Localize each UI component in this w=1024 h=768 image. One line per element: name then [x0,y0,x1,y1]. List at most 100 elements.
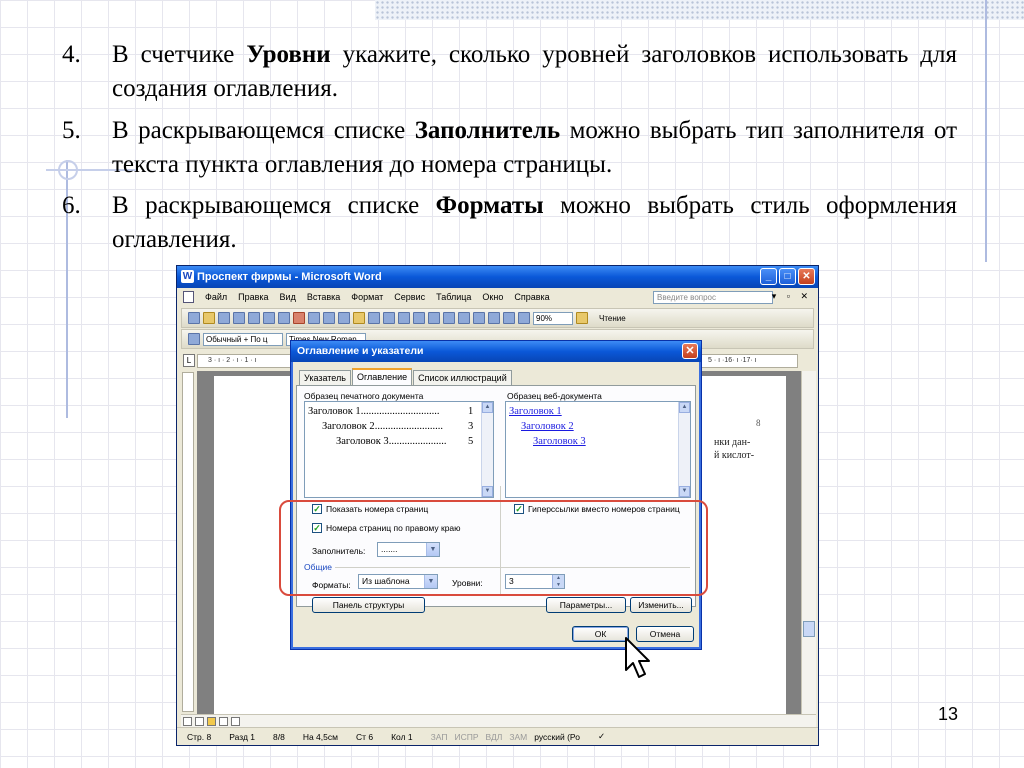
read-button[interactable]: Чтение [599,314,626,323]
redo-icon[interactable] [398,312,410,324]
menu-format[interactable]: Формат [351,292,383,302]
paste-icon[interactable] [353,312,365,324]
row-text: Заголовок 2 [322,421,375,432]
close-icon[interactable]: ✕ [798,268,815,285]
print-layout-icon[interactable] [207,716,216,726]
scroll-up-icon[interactable]: ▲ [482,402,493,413]
status-position: На 4,5см [302,731,338,742]
slide-page-number: 13 [938,704,959,724]
tab-index[interactable]: Указатель [299,370,351,385]
status-ovr[interactable]: ЗАМ [509,732,527,742]
tab-selector[interactable]: L [183,354,195,367]
decor-vertical-line-right [985,0,987,262]
ask-question-input[interactable]: Введите вопрос [653,291,773,304]
item-text-part: В раскрывающемся списке [112,192,436,219]
columns-icon[interactable] [473,312,485,324]
modify-button[interactable]: Изменить... [630,597,692,613]
drawing-icon[interactable] [488,312,500,324]
item-keyword: Форматы [435,192,544,219]
page-text-line: й кислот- [714,450,755,461]
maximize-icon[interactable]: □ [779,268,796,285]
doc-window-controls[interactable]: ▾ ▫ ✕ [772,291,812,302]
scroll-thumb[interactable] [803,621,815,637]
menu-insert[interactable]: Вставка [307,292,340,302]
menu-window[interactable]: Окно [482,292,503,302]
format-painter-icon[interactable] [368,312,380,324]
new-icon[interactable] [188,312,200,324]
document-map-icon[interactable] [503,312,515,324]
horizontal-scrollbar[interactable] [181,714,816,727]
status-line: Ст 6 [355,731,374,742]
item-text: В раскрывающемся списке Заполнитель можн… [112,114,957,182]
status-trk[interactable]: ИСПР [454,732,478,742]
scroll-up-icon[interactable]: ▲ [679,402,690,413]
tables-icon[interactable] [428,312,440,324]
excel-icon[interactable] [458,312,470,324]
web-link-1[interactable]: Заголовок 1 [509,404,562,419]
status-page: Стр. 8 [187,731,212,742]
mouse-cursor-icon [625,637,650,678]
permission-icon[interactable] [233,312,245,324]
insert-table-icon[interactable] [443,312,455,324]
spelling-icon[interactable] [293,312,305,324]
dialog-title-bar[interactable]: Оглавление и указатели [291,341,701,362]
reading-view-icon[interactable] [231,716,240,726]
help-icon[interactable] [576,312,588,324]
list-item-5: 5. В раскрывающемся списке Заполнитель м… [62,114,957,182]
item-number: 6. [62,192,81,219]
hyperlink-icon[interactable] [413,312,425,324]
menu-tools[interactable]: Сервис [394,292,425,302]
copy-icon[interactable] [338,312,350,324]
page-marker: 8 [756,418,761,428]
scroll-down-icon[interactable]: ▼ [482,486,493,497]
row-dots: .......................... [374,421,443,432]
scroll-down-icon[interactable]: ▼ [679,486,690,497]
cut-icon[interactable] [323,312,335,324]
item-text: В раскрывающемся списке Форматы можно вы… [112,189,957,257]
web-preview-scrollbar[interactable]: ▲ ▼ [678,402,690,497]
research-icon[interactable] [308,312,320,324]
tab-figures[interactable]: Список иллюстраций [413,370,512,385]
style-select[interactable]: Обычный + По ц [203,332,283,346]
word-title-bar[interactable]: W Проспект фирмы - Microsoft Word _ □ ✕ [177,266,818,288]
save-icon[interactable] [218,312,230,324]
menu-help[interactable]: Справка [514,292,549,302]
web-link-2[interactable]: Заголовок 2 [521,419,574,434]
undo-icon[interactable] [383,312,395,324]
show-hide-icon[interactable] [518,312,530,324]
outline-view-icon[interactable] [219,716,228,726]
styles-pane-icon[interactable] [188,333,200,345]
status-bar: Стр. 8 Разд 1 8/8 На 4,5см Ст 6 Кол 1 ЗА… [177,727,818,745]
print-row-3-page: 5 [468,436,474,447]
minimize-icon[interactable]: _ [760,268,777,285]
web-preview-label: Образец веб-документа [507,391,602,401]
menu-file[interactable]: Файл [205,292,227,302]
print-preview-box[interactable]: Заголовок 1.............................… [304,401,494,498]
tab-toc[interactable]: Оглавление [351,368,413,385]
print-icon[interactable] [263,312,275,324]
normal-view-icon[interactable] [183,716,192,726]
web-view-icon[interactable] [195,716,204,726]
open-icon[interactable] [203,312,215,324]
print-preview-label: Образец печатного документа [304,391,424,401]
close-icon[interactable]: ✕ [682,343,698,359]
web-preview-box[interactable]: Заголовок 1 Заголовок 2 Заголовок 3 ▲ ▼ [505,401,691,498]
status-column: Кол 1 [391,731,413,742]
vertical-ruler[interactable] [182,372,194,712]
zoom-select[interactable]: 90% [533,311,573,325]
print-preview-scrollbar[interactable]: ▲ ▼ [481,402,493,497]
status-rec[interactable]: ЗАП [431,732,448,742]
print-preview-icon[interactable] [278,312,290,324]
spelling-status-icon[interactable]: ✓ [598,731,605,742]
options-button[interactable]: Параметры... [546,597,626,613]
menu-view[interactable]: Вид [280,292,296,302]
menu-table[interactable]: Таблица [436,292,471,302]
item-number: 4. [62,41,81,68]
web-link-3[interactable]: Заголовок 3 [533,434,586,449]
email-icon[interactable] [248,312,260,324]
status-ext[interactable]: ВДЛ [486,732,503,742]
vertical-scrollbar[interactable] [801,371,816,714]
menu-edit[interactable]: Правка [238,292,268,302]
outline-toolbar-button[interactable]: Панель структуры [312,597,425,613]
ok-button[interactable]: ОК [572,626,629,642]
